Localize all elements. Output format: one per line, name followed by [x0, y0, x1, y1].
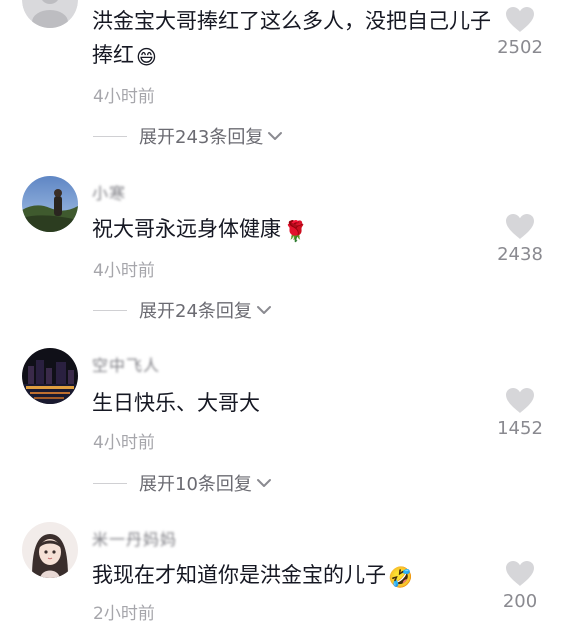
anime-girl-avatar-icon — [22, 522, 78, 578]
like-button[interactable]: 200 — [490, 560, 550, 612]
rofl-emoji: 🤣 — [388, 565, 413, 589]
avatar[interactable] — [22, 522, 78, 578]
comment-time: 4小时前 — [93, 261, 155, 281]
comment-text: 生日快乐、大哥大 — [92, 391, 260, 415]
like-count: 2502 — [497, 37, 543, 58]
expand-replies-button[interactable]: 展开24条回复 — [93, 298, 272, 322]
chevron-down-icon — [267, 127, 283, 146]
expand-replies-label: 展开10条回复 — [139, 474, 252, 495]
comment-text: 祝大哥永远身体健康 🌹 — [92, 212, 492, 248]
expand-replies-label: 展开24条回复 — [139, 301, 252, 322]
avatar[interactable] — [22, 0, 78, 28]
gray-avatar-icon — [22, 0, 78, 28]
comment-time: 2小时前 — [93, 604, 155, 624]
username[interactable]: 小寒 — [92, 180, 126, 204]
like-count: 2438 — [497, 244, 543, 265]
like-button[interactable]: 2438 — [490, 213, 550, 265]
expand-replies-button[interactable]: 展开10条回复 — [93, 471, 272, 495]
grin-emoji: 😄 — [136, 45, 157, 69]
divider — [93, 135, 127, 137]
heart-icon — [506, 214, 534, 239]
heart-icon — [506, 7, 534, 32]
rose-emoji: 🌹 — [283, 219, 308, 243]
username[interactable]: 空中飞人 — [92, 352, 160, 376]
comment-text: 我现在才知道你是洪金宝的儿子 🤣 — [92, 558, 492, 594]
avatar[interactable] — [22, 348, 78, 404]
chevron-down-icon — [256, 474, 272, 493]
chevron-down-icon — [256, 301, 272, 320]
expand-replies-button[interactable]: 展开243条回复 — [93, 124, 283, 148]
like-button[interactable]: 1452 — [490, 387, 550, 439]
username[interactable]: 米一丹妈妈 — [92, 526, 177, 550]
avatar[interactable] — [22, 176, 78, 232]
comment-time: 4小时前 — [93, 433, 155, 453]
like-button[interactable]: 2502 — [490, 6, 550, 58]
like-count: 1452 — [497, 418, 543, 439]
expand-replies-label: 展开243条回复 — [139, 127, 264, 148]
heart-icon — [506, 561, 534, 586]
divider — [93, 309, 127, 311]
city-night-avatar-icon — [22, 348, 78, 404]
comment-time: 4小时前 — [93, 87, 155, 107]
landscape-photo-avatar-icon — [22, 176, 78, 232]
heart-icon — [506, 388, 534, 413]
divider — [93, 482, 127, 484]
like-count: 200 — [502, 591, 538, 612]
comment-text: 洪金宝大哥捧红了这么多人，没把自己儿子捧红 😄 — [92, 4, 492, 74]
